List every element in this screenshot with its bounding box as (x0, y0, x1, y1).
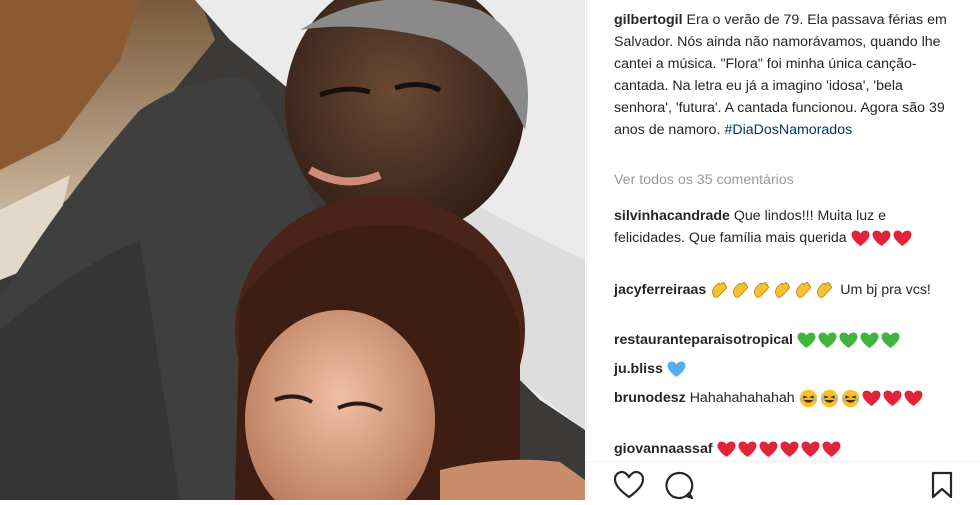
red-heart-emoji-icon (822, 441, 841, 458)
comment-username-link[interactable]: ju.bliss (614, 361, 663, 377)
red-heart-emoji-icon (801, 441, 820, 458)
red-heart-emoji-icon (738, 441, 757, 458)
emoji-group (797, 332, 902, 348)
red-heart-emoji-icon (759, 441, 778, 458)
blue-heart-emoji-icon (667, 361, 686, 378)
clapping-hands-emoji-icon (710, 281, 729, 300)
red-heart-emoji-icon (872, 230, 891, 247)
post-photo[interactable] (0, 0, 585, 500)
comment-username-link[interactable]: jacyferreiraas (614, 282, 706, 298)
hashtag-link[interactable]: #DiaDosNamorados (724, 122, 852, 138)
post-actions-bar (613, 470, 959, 504)
laughing-face-emoji-icon (820, 389, 839, 408)
laughing-face-emoji-icon (799, 389, 818, 408)
view-all-comments-link[interactable]: Ver todos os 35 comentários (614, 172, 794, 188)
clapping-hands-emoji-icon (731, 281, 750, 300)
emoji-group (710, 281, 836, 300)
comment-username-link[interactable]: giovannaassaf (614, 441, 713, 457)
clapping-hands-emoji-icon (773, 281, 792, 300)
divider (587, 461, 980, 462)
comment-text: Hahahahahahah (689, 390, 795, 406)
red-heart-emoji-icon (717, 441, 736, 458)
clapping-hands-emoji-icon (752, 281, 771, 300)
clapping-hands-emoji-icon (815, 281, 834, 300)
comment-username-link[interactable]: restauranteparaisotropical (614, 332, 793, 348)
green-heart-emoji-icon (881, 332, 900, 349)
red-heart-emoji-icon (862, 390, 881, 407)
heart-outline-icon[interactable] (613, 470, 645, 504)
laughing-face-emoji-icon (841, 389, 860, 408)
red-heart-emoji-icon (780, 441, 799, 458)
comment-username-link[interactable]: silvinhacandrade (614, 208, 730, 224)
comment-item: ju.bliss (614, 358, 959, 380)
emoji-group (667, 361, 688, 377)
comment-item: brunodesz Hahahahahahah (614, 387, 959, 409)
comment-item: restauranteparaisotropical (614, 329, 959, 351)
green-heart-emoji-icon (818, 332, 837, 349)
post-caption: gilbertogil Era o verão de 79. Ela passa… (614, 9, 959, 141)
bookmark-icon[interactable] (931, 471, 953, 504)
couple-selfie-image (0, 0, 585, 500)
author-username-link[interactable]: gilbertogil (614, 12, 683, 28)
red-heart-emoji-icon (851, 230, 870, 247)
green-heart-emoji-icon (860, 332, 879, 349)
post-comments-panel: gilbertogil Era o verão de 79. Ela passa… (586, 0, 980, 500)
emoji-group (799, 389, 925, 408)
emoji-group (851, 230, 914, 246)
comment-text: Um bj pra vcs! (840, 282, 931, 298)
green-heart-emoji-icon (839, 332, 858, 349)
comment-item: silvinhacandrade Que lindos!!! Muita luz… (614, 205, 959, 249)
comment-item: giovannaassaf (614, 438, 959, 460)
emoji-group (717, 441, 843, 457)
clapping-hands-emoji-icon (794, 281, 813, 300)
red-heart-emoji-icon (904, 390, 923, 407)
caption-text: Era o verão de 79. Ela passava férias em… (614, 12, 947, 138)
red-heart-emoji-icon (883, 390, 902, 407)
comment-item: jacyferreiraas Um bj pra vcs! (614, 279, 959, 301)
green-heart-emoji-icon (797, 332, 816, 349)
red-heart-emoji-icon (893, 230, 912, 247)
comment-username-link[interactable]: brunodesz (614, 390, 686, 406)
